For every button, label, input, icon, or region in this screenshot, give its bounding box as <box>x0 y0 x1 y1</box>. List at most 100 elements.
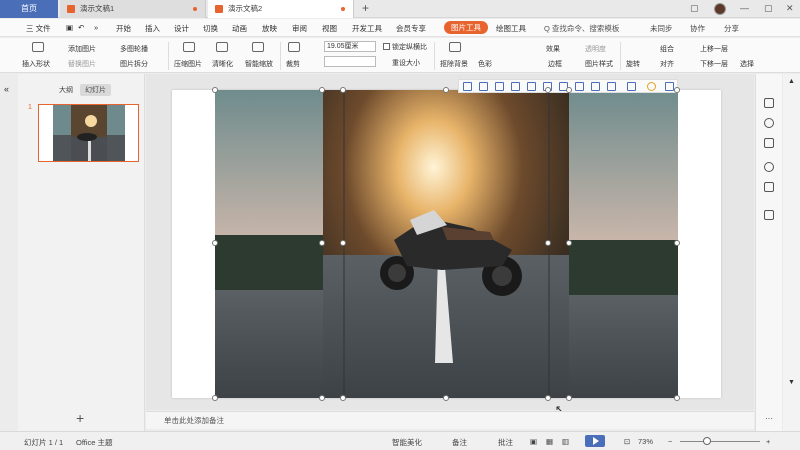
select-button[interactable]: 选择 <box>740 59 754 69</box>
fit-window-icon[interactable]: ⊡ <box>624 437 630 446</box>
comments-button[interactable]: 批注 <box>498 437 513 448</box>
more-options-icon[interactable] <box>665 82 674 91</box>
smart-beautify-button[interactable]: 智能美化 <box>392 437 422 448</box>
animation-icon[interactable] <box>764 138 774 148</box>
menu-item-7[interactable]: 视图 <box>322 23 337 34</box>
remove-background-button[interactable]: 抠除背景 <box>440 59 468 69</box>
resize-handle[interactable] <box>443 87 449 93</box>
collab-button[interactable]: 协作 <box>690 23 705 34</box>
crop-handle[interactable] <box>545 87 551 93</box>
sorter-view-icon[interactable]: ▦ <box>546 437 553 446</box>
maximize-icon[interactable]: ▢ <box>764 3 773 14</box>
play-slideshow-button[interactable] <box>585 435 605 447</box>
tab-drawing-tools[interactable]: 绘图工具 <box>496 23 526 34</box>
rotate-button[interactable]: 旋转 <box>626 59 640 69</box>
scroll-up-icon[interactable]: ▲ <box>788 78 795 85</box>
tab-home[interactable]: 首页 <box>0 0 58 18</box>
tab-document-2[interactable]: 演示文稿2 <box>208 0 354 18</box>
zoom-out-button[interactable]: − <box>668 437 672 446</box>
picture-tool-icon[interactable] <box>627 82 636 91</box>
vertical-scrollbar[interactable]: ▲ ▼ <box>783 74 800 431</box>
menu-item-8[interactable]: 开发工具 <box>352 23 382 34</box>
menu-item-6[interactable]: 审阅 <box>292 23 307 34</box>
zoom-slider[interactable] <box>680 441 760 442</box>
new-tab-button[interactable]: + <box>362 1 369 15</box>
resize-handle[interactable] <box>212 87 218 93</box>
smart-scale-button[interactable]: 智能缩放 <box>245 59 273 69</box>
insert-shape-button[interactable]: 插入形状 <box>22 59 50 69</box>
menu-item-9[interactable]: 会员专享 <box>396 23 426 34</box>
zoom-level[interactable]: 73% <box>638 437 653 446</box>
resize-handle[interactable] <box>674 87 680 93</box>
crop-tool-icon[interactable] <box>591 82 600 91</box>
menu-file[interactable]: 三 文件 <box>26 23 51 34</box>
resize-handle[interactable] <box>443 395 449 401</box>
picture-icon[interactable] <box>764 182 774 192</box>
tab-slides[interactable]: 幻灯片 <box>80 84 111 96</box>
menu-item-0[interactable]: 开始 <box>116 23 131 34</box>
combine-button[interactable]: 组合 <box>660 44 674 54</box>
align-right-icon[interactable] <box>495 82 504 91</box>
resize-handle[interactable] <box>566 395 572 401</box>
align-left-icon[interactable] <box>463 82 472 91</box>
picture-split-button[interactable]: 图片拆分 <box>120 59 148 69</box>
resize-handle[interactable] <box>319 87 325 93</box>
more-icon[interactable]: » <box>94 23 98 32</box>
slide-canvas[interactable] <box>172 90 721 398</box>
align-top-icon[interactable] <box>511 82 520 91</box>
theme-name[interactable]: Office 主题 <box>76 437 113 448</box>
menu-item-1[interactable]: 插入 <box>145 23 160 34</box>
cube-icon[interactable] <box>764 210 774 220</box>
save-icon[interactable]: ▣ <box>66 23 73 32</box>
crop-handle[interactable] <box>545 240 551 246</box>
resize-handle[interactable] <box>212 240 218 246</box>
normal-view-icon[interactable]: ▣ <box>530 437 537 446</box>
send-backward-button[interactable]: 下移一层 <box>700 59 728 69</box>
sync-status[interactable]: 未同步 <box>650 23 673 34</box>
clarity-button[interactable]: 清晰化 <box>212 59 233 69</box>
tab-picture-tools[interactable]: 图片工具 <box>444 21 488 34</box>
menu-item-3[interactable]: 切换 <box>203 23 218 34</box>
compress-button[interactable]: 压缩图片 <box>174 59 202 69</box>
align-center-icon[interactable] <box>479 82 488 91</box>
tab-outline[interactable]: 大纲 <box>54 84 78 96</box>
notes-field[interactable]: 单击此处添加备注 <box>146 411 754 429</box>
border-button[interactable]: 边框 <box>548 59 562 69</box>
crop-handle[interactable] <box>340 87 346 93</box>
align-middle-icon[interactable] <box>527 82 536 91</box>
crop-handle[interactable] <box>340 395 346 401</box>
reading-view-icon[interactable]: ▥ <box>562 437 569 446</box>
resize-handle[interactable] <box>212 395 218 401</box>
lock-ratio-checkbox[interactable] <box>383 43 390 50</box>
undo-icon[interactable]: ↶ <box>78 23 84 32</box>
bulb-icon[interactable] <box>647 82 656 91</box>
menu-item-5[interactable]: 放映 <box>262 23 277 34</box>
close-icon[interactable]: ✕ <box>786 3 794 14</box>
minimize-icon[interactable]: — <box>740 3 749 13</box>
menu-item-2[interactable]: 设计 <box>174 23 189 34</box>
add-slide-button[interactable]: + <box>76 410 84 426</box>
crop-handle[interactable] <box>566 240 572 246</box>
resize-handle[interactable] <box>674 395 680 401</box>
distribute-vertical-icon[interactable] <box>575 82 584 91</box>
slide-thumbnail[interactable] <box>38 104 139 162</box>
avatar[interactable] <box>714 3 726 15</box>
notes-toggle-button[interactable]: 备注 <box>452 437 467 448</box>
crop-handle[interactable] <box>319 240 325 246</box>
layout-icon[interactable] <box>607 82 616 91</box>
align-button[interactable]: 对齐 <box>660 59 674 69</box>
menu-item-4[interactable]: 动画 <box>232 23 247 34</box>
crop-handle[interactable] <box>340 240 346 246</box>
picture-style-button[interactable]: 图片样式 <box>585 59 613 69</box>
resize-handle[interactable] <box>674 240 680 246</box>
resize-handle[interactable] <box>566 87 572 93</box>
search-input[interactable]: Q 查找命令、搜索模板 <box>544 23 619 34</box>
replace-picture-button[interactable]: 替换图片 <box>68 59 96 69</box>
collapse-panel-icon[interactable]: « <box>4 84 9 94</box>
star-icon[interactable] <box>764 118 774 128</box>
crop-button[interactable]: 裁剪 <box>286 59 300 69</box>
effects-button[interactable]: 效果 <box>546 44 560 54</box>
height-field[interactable] <box>324 56 376 67</box>
share-button[interactable]: 分享 <box>724 23 739 34</box>
slide-picture[interactable] <box>172 90 721 398</box>
